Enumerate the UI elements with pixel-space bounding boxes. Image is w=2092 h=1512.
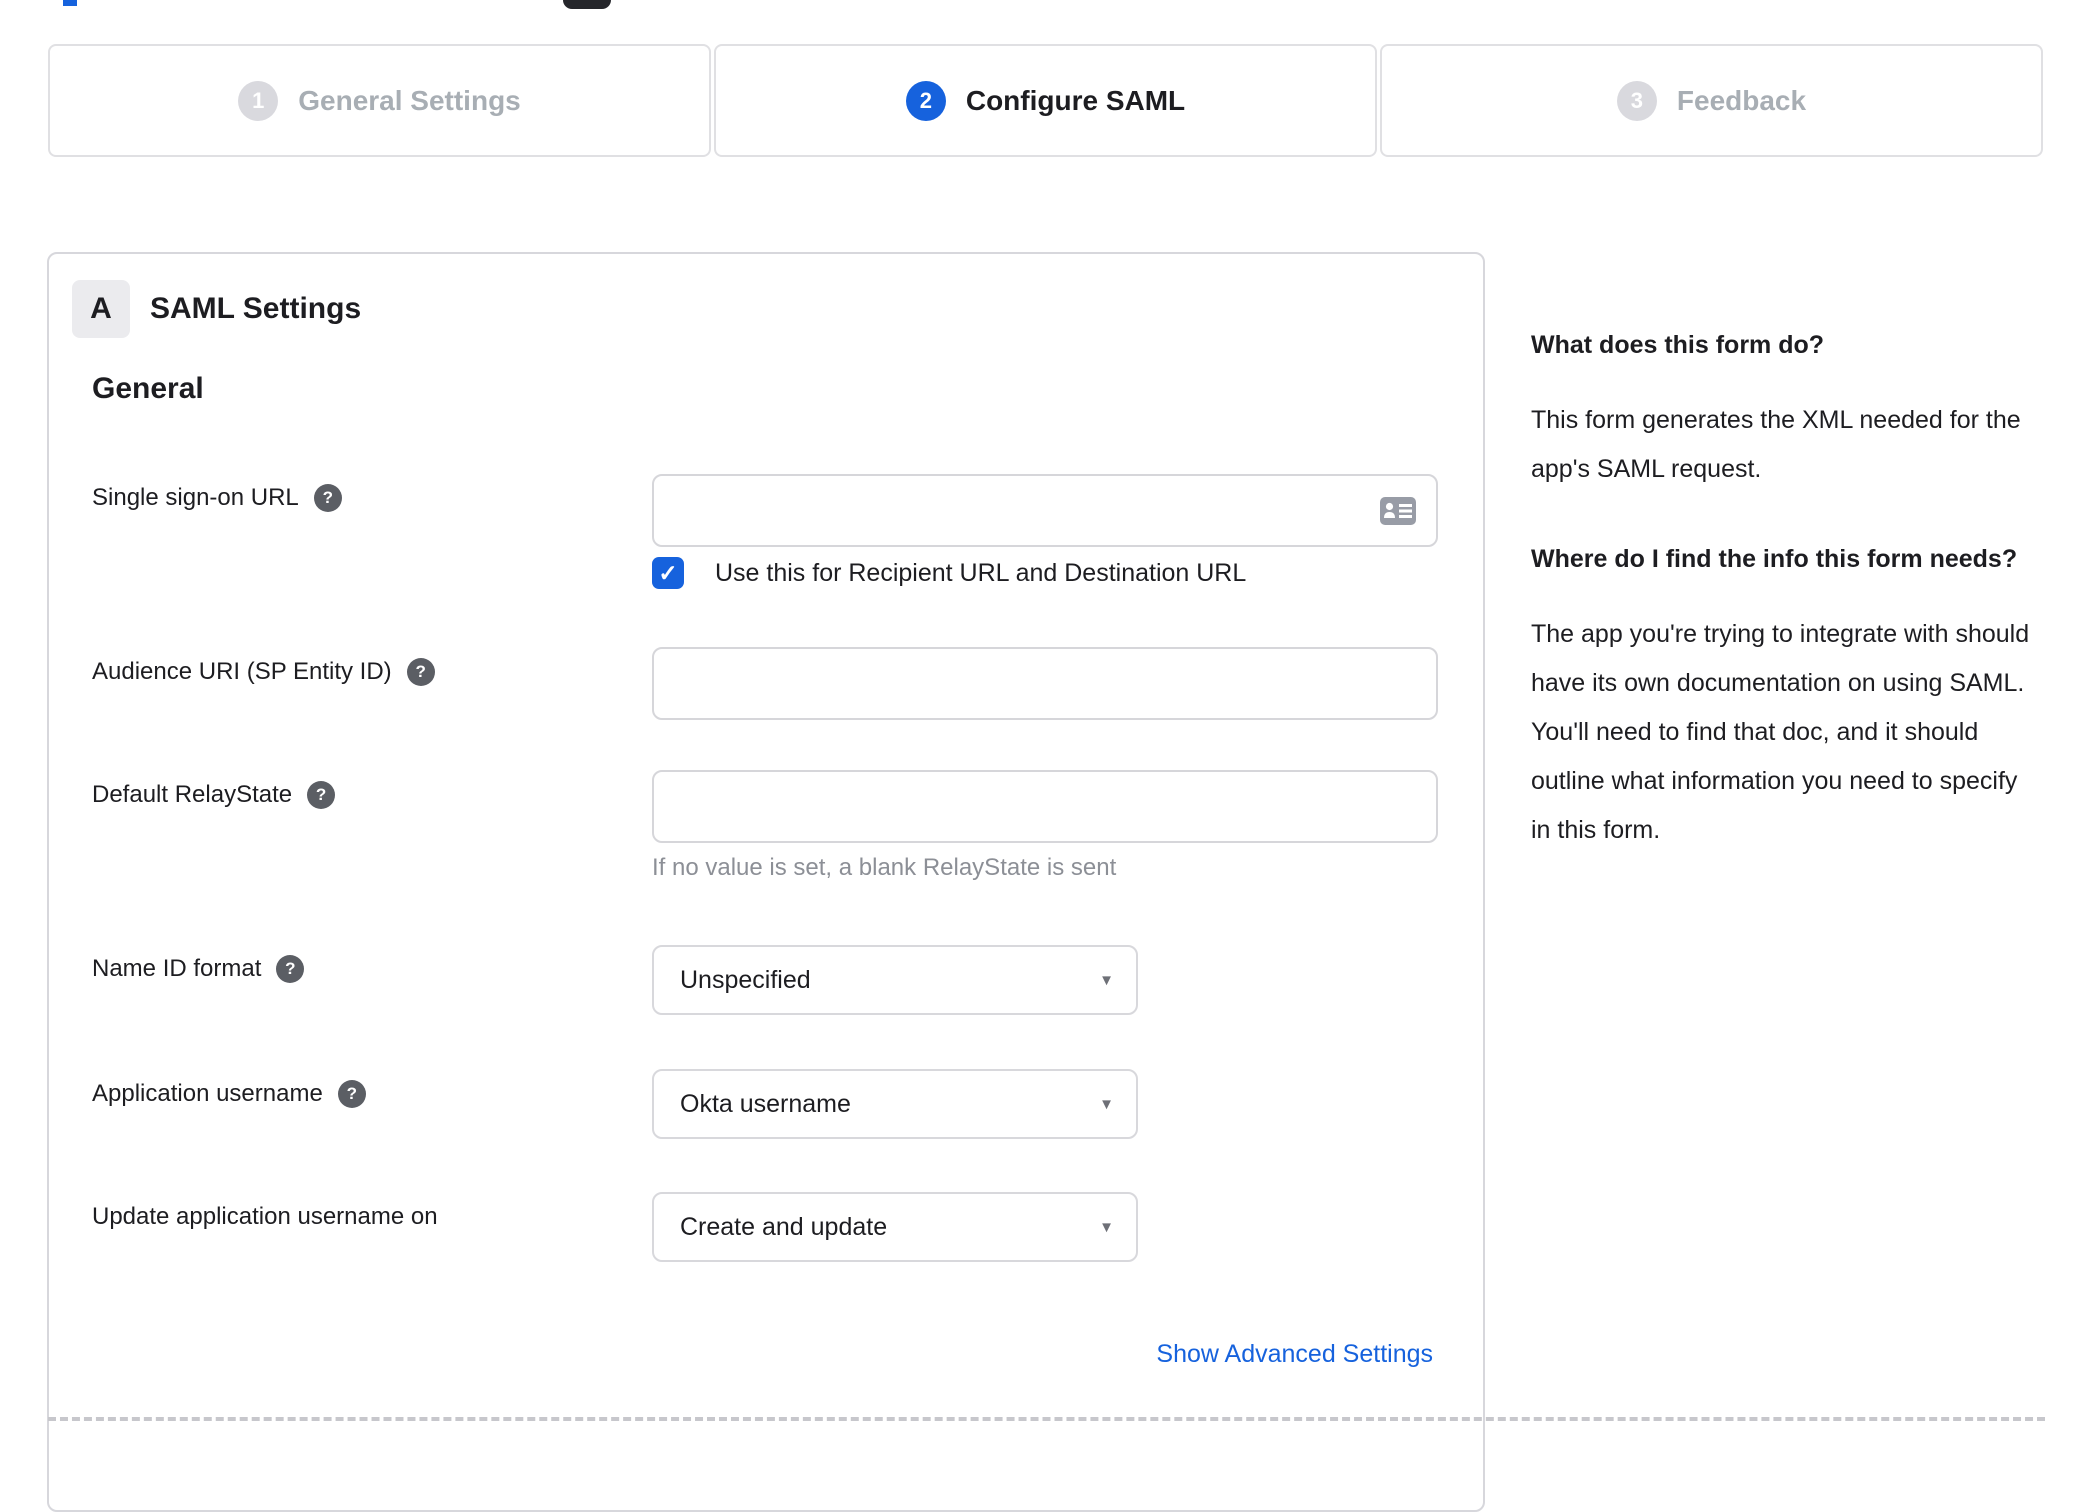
audience-uri-label-text: Audience URI (SP Entity ID)	[92, 658, 392, 685]
name-id-format-value: Unspecified	[680, 965, 811, 994]
section-a-badge: A	[72, 280, 130, 338]
audience-uri-input[interactable]	[652, 647, 1438, 720]
sso-url-label: Single sign-on URL ?	[92, 484, 342, 512]
default-relaystate-help-icon[interactable]: ?	[307, 781, 336, 809]
step-configure-saml[interactable]: 2 Configure SAML	[714, 44, 1377, 157]
update-username-label-text: Update application username on	[92, 1203, 438, 1230]
audience-uri-help-icon[interactable]: ?	[406, 658, 435, 686]
default-relaystate-label-text: Default RelayState	[92, 781, 293, 808]
update-username-label: Update application username on	[92, 1203, 438, 1231]
section-title: SAML Settings	[150, 292, 362, 325]
step-2-label: Configure SAML	[965, 84, 1186, 116]
audience-uri-label: Audience URI (SP Entity ID) ?	[92, 658, 435, 686]
help-panel: What does this form do? This form genera…	[1531, 326, 2036, 901]
application-username-select[interactable]: Okta username ▼	[652, 1069, 1138, 1139]
application-username-label: Application username ?	[92, 1080, 366, 1108]
saml-settings-card: A SAML Settings General Single sign-on U…	[47, 252, 1485, 1512]
general-group-heading: General	[92, 372, 204, 405]
application-username-help-icon[interactable]: ?	[337, 1080, 366, 1108]
audience-uri-input-wrap	[652, 647, 1438, 720]
chevron-down-icon: ▼	[1099, 1095, 1114, 1113]
default-relaystate-input[interactable]	[652, 770, 1438, 843]
show-advanced-settings-link[interactable]: Show Advanced Settings	[1156, 1340, 1433, 1369]
section-dashed-divider	[48, 1417, 2045, 1421]
step-2-indicator: 2	[905, 80, 946, 121]
name-id-format-select[interactable]: Unspecified ▼	[652, 945, 1138, 1015]
name-id-format-label: Name ID format ?	[92, 955, 305, 983]
chevron-down-icon: ▼	[1099, 971, 1114, 989]
update-username-value: Create and update	[680, 1212, 888, 1241]
application-username-label-text: Application username	[92, 1080, 323, 1107]
step-1-label: General Settings	[298, 84, 521, 116]
wizard-stepper: 1 General Settings 2 Configure SAML 3 Fe…	[48, 44, 2043, 157]
default-relaystate-label: Default RelayState ?	[92, 781, 336, 809]
help-body-what: This form generates the XML needed for t…	[1531, 406, 2021, 483]
clipped-header-fragment-dark	[563, 0, 611, 9]
step-1-indicator: 1	[238, 80, 279, 121]
step-feedback[interactable]: 3 Feedback	[1380, 44, 2043, 157]
checkmark-icon: ✓	[658, 559, 678, 586]
step-3-indicator: 3	[1616, 80, 1657, 121]
name-id-format-help-icon[interactable]: ?	[276, 955, 305, 983]
help-heading-where: Where do I find the info this form needs…	[1531, 545, 2018, 573]
default-relaystate-input-wrap	[652, 770, 1438, 843]
contact-card-icon	[1380, 496, 1416, 525]
chevron-down-icon: ▼	[1099, 1218, 1114, 1236]
name-id-format-label-text: Name ID format	[92, 955, 262, 982]
clipped-header-fragment-blue	[63, 0, 77, 6]
help-heading-what: What does this form do?	[1531, 331, 1825, 359]
relaystate-hint: If no value is set, a blank RelayState i…	[652, 854, 1117, 881]
sso-url-input[interactable]	[652, 474, 1438, 547]
use-for-recipient-url-checkbox[interactable]: ✓	[652, 557, 684, 589]
sso-url-input-wrap	[652, 474, 1438, 547]
sso-url-help-icon[interactable]: ?	[313, 484, 342, 512]
application-username-value: Okta username	[680, 1089, 851, 1118]
sso-url-label-text: Single sign-on URL	[92, 484, 299, 511]
step-3-label: Feedback	[1676, 84, 1807, 116]
recipient-url-checkbox-row: ✓ Use this for Recipient URL and Destina…	[652, 557, 1246, 589]
step-general-settings[interactable]: 1 General Settings	[48, 44, 711, 157]
update-username-select[interactable]: Create and update ▼	[652, 1192, 1138, 1262]
help-body-where: The app you're trying to integrate with …	[1531, 620, 2030, 844]
recipient-url-checkbox-label: Use this for Recipient URL and Destinati…	[715, 558, 1247, 587]
